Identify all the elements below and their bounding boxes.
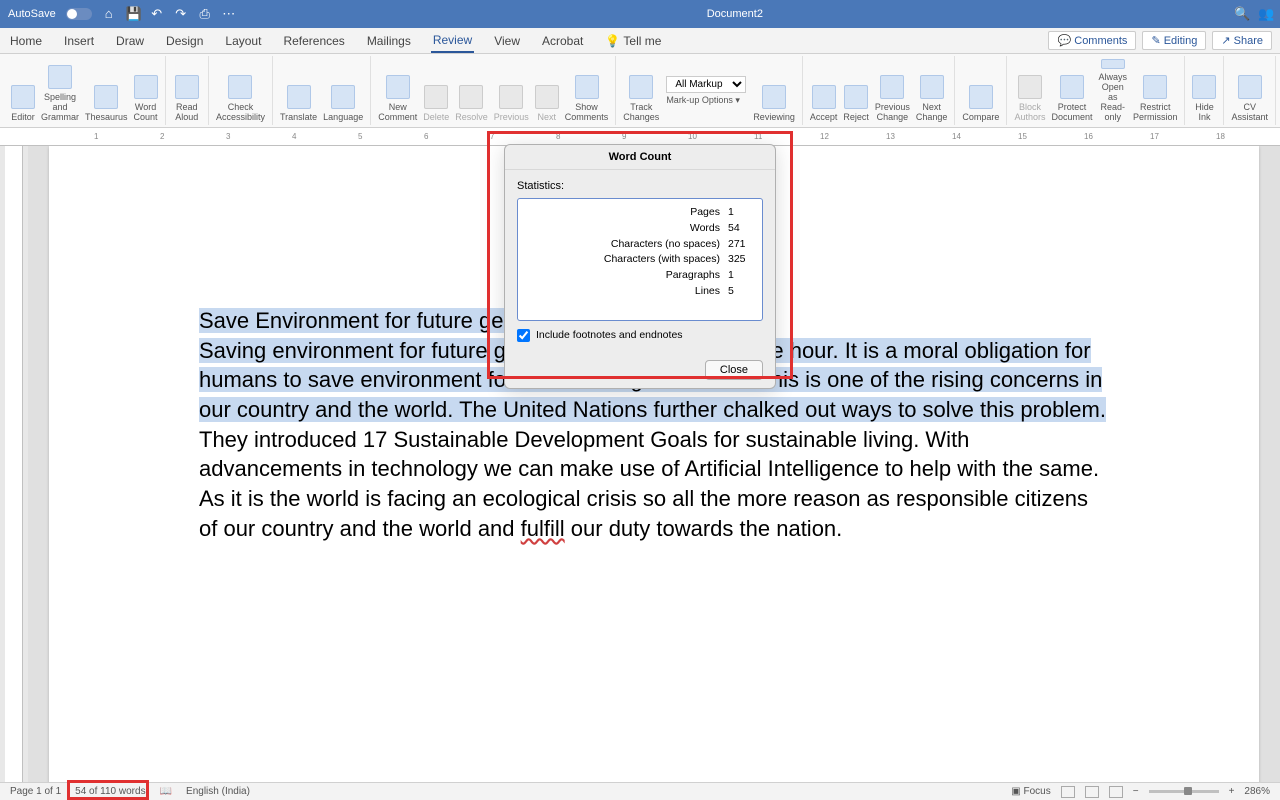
restrict-button[interactable]: Restrict Permission: [1130, 57, 1181, 125]
editing-button[interactable]: ✎ Editing: [1142, 31, 1206, 50]
wordcount-dialog: Word Count Statistics: Pages1 Words54 Ch…: [504, 144, 776, 389]
previous-button: Previous: [491, 57, 532, 125]
undo-icon[interactable]: ↶: [150, 7, 164, 21]
text-highlight[interactable]: solve this problem.: [923, 397, 1106, 422]
markup-select[interactable]: All Markup: [666, 76, 746, 93]
resolve-button: Resolve: [452, 57, 491, 125]
view-read[interactable]: [1061, 786, 1075, 798]
prevchange-button[interactable]: Previous Change: [872, 57, 913, 125]
comments-button[interactable]: 💬 Comments: [1048, 31, 1136, 50]
compare-button[interactable]: Compare: [959, 57, 1002, 125]
tab-draw[interactable]: Draw: [114, 30, 146, 52]
stat-row: Words54: [528, 221, 752, 237]
text-highlight[interactable]: Saving environment for future ge: [199, 338, 518, 363]
zoom-slider[interactable]: [1149, 790, 1219, 793]
wordcount-button[interactable]: Word Count: [131, 57, 161, 125]
close-button[interactable]: Close: [705, 360, 763, 380]
document-title: Document2: [236, 8, 1234, 20]
translate-button[interactable]: Translate: [277, 57, 320, 125]
view-web[interactable]: [1109, 786, 1123, 798]
next-button: Next: [532, 57, 562, 125]
tab-insert[interactable]: Insert: [62, 30, 96, 52]
readaloud-button[interactable]: Read Aloud: [170, 57, 204, 125]
share-button[interactable]: ↗ Share: [1212, 31, 1272, 50]
text-highlight[interactable]: This is one of the rising: [752, 367, 990, 392]
showcomments-button[interactable]: Show Comments: [562, 57, 612, 125]
assistant-button[interactable]: CV Assistant: [1228, 57, 1271, 125]
tab-home[interactable]: Home: [8, 30, 44, 52]
hideink-button[interactable]: Hide Ink: [1189, 57, 1219, 125]
share-top-icon[interactable]: 👥: [1258, 7, 1272, 21]
language-button[interactable]: Language: [320, 57, 366, 125]
tab-mailings[interactable]: Mailings: [365, 30, 413, 52]
print-icon[interactable]: ⎙: [198, 7, 212, 21]
page-info[interactable]: Page 1 of 1: [10, 786, 61, 797]
ribbon-tabs: Home Insert Draw Design Layout Reference…: [0, 28, 1280, 54]
reject-button[interactable]: Reject: [840, 57, 872, 125]
tab-acrobat[interactable]: Acrobat: [540, 30, 585, 52]
tab-references[interactable]: References: [281, 30, 346, 52]
statistics-box: Pages1 Words54 Characters (no spaces)271…: [517, 198, 763, 321]
stat-row: Pages1: [528, 205, 752, 221]
search-icon[interactable]: 🔍: [1234, 7, 1248, 21]
tab-layout[interactable]: Layout: [223, 30, 263, 52]
accept-button[interactable]: Accept: [807, 57, 841, 125]
statistics-label: Statistics:: [517, 180, 763, 192]
text-body[interactable]: our duty towards the nation.: [565, 516, 843, 541]
language-status[interactable]: English (India): [186, 786, 250, 797]
save-icon[interactable]: 💾: [126, 7, 140, 21]
tab-design[interactable]: Design: [164, 30, 205, 52]
newcomment-button[interactable]: New Comment: [375, 57, 420, 125]
stat-row: Characters (no spaces)271: [528, 237, 752, 253]
ruler-vertical-container: [0, 146, 28, 782]
reviewing-button[interactable]: Reviewing: [750, 57, 798, 125]
editor-button[interactable]: Editor: [8, 57, 38, 125]
markup-options[interactable]: Mark-up Options ▾: [666, 95, 746, 106]
zoom-level[interactable]: 286%: [1244, 786, 1270, 797]
delete-button: Delete: [420, 57, 452, 125]
spellcheck-word[interactable]: fulfill: [521, 516, 565, 541]
stat-row: Characters (with spaces)325: [528, 252, 752, 268]
zoom-plus[interactable]: +: [1229, 786, 1235, 797]
nextchange-button[interactable]: Next Change: [913, 57, 951, 125]
accessibility-button[interactable]: Check Accessibility: [213, 57, 268, 125]
blockauthors-button: Block Authors: [1011, 57, 1048, 125]
tab-review[interactable]: Review: [431, 29, 474, 53]
tab-tellme[interactable]: 💡 Tell me: [603, 30, 663, 52]
stat-row: Paragraphs1: [528, 268, 752, 284]
include-footnotes-checkbox[interactable]: [517, 329, 530, 342]
zoom-minus[interactable]: −: [1133, 786, 1139, 797]
more-icon[interactable]: ⋯: [222, 7, 236, 21]
home-icon[interactable]: ⌂: [102, 7, 116, 21]
dialog-title: Word Count: [505, 145, 775, 170]
tab-view[interactable]: View: [492, 30, 522, 52]
word-count-status[interactable]: 54 of 110 words: [75, 786, 145, 797]
trackchanges-button[interactable]: Track Changes: [620, 57, 662, 125]
ruler-vertical: [5, 146, 23, 782]
autosave-label: AutoSave: [8, 8, 56, 20]
include-footnotes-label: Include footnotes and endnotes: [536, 329, 683, 341]
spell-icon[interactable]: 📖: [160, 786, 172, 797]
spelling-button[interactable]: Spelling and Grammar: [38, 57, 82, 125]
title-bar: AutoSave ⌂ 💾 ↶ ↷ ⎙ ⋯ Document2 🔍 👥: [0, 0, 1280, 28]
status-bar: Page 1 of 1 54 of 110 words 📖 English (I…: [0, 782, 1280, 800]
stat-row: Lines5: [528, 284, 752, 300]
view-print[interactable]: [1085, 786, 1099, 798]
ribbon: Editor Spelling and Grammar Thesaurus Wo…: [0, 54, 1280, 128]
protectdoc-button[interactable]: Protect Document: [1048, 57, 1095, 125]
text-highlight[interactable]: Save Environment for future gen: [199, 308, 516, 333]
autosave-toggle[interactable]: [66, 8, 92, 20]
redo-icon[interactable]: ↷: [174, 7, 188, 21]
thesaurus-button[interactable]: Thesaurus: [82, 57, 131, 125]
text-highlight[interactable]: e hour. It is a moral obligation: [771, 338, 1065, 363]
focus-button[interactable]: ▣ Focus: [1011, 786, 1050, 797]
alwaysopen-button[interactable]: Always Open as Read-only: [1095, 57, 1130, 125]
